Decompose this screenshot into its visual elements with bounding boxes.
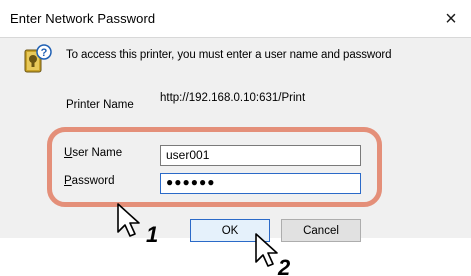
credentials-highlight (47, 127, 382, 207)
printer-name-value: http://192.168.0.10:631/Print (160, 92, 306, 104)
svg-text:?: ? (41, 47, 48, 59)
network-password-dialog: Enter Network Password × ? To access thi… (0, 0, 471, 276)
password-field[interactable]: ●●●●●● (160, 173, 361, 194)
printer-name-label: Printer Name (66, 99, 134, 111)
password-label-text: assword (71, 175, 115, 187)
prompt-message: To access this printer, you must enter a… (66, 49, 392, 61)
password-label-accelerator: P (64, 175, 72, 187)
close-icon[interactable]: × (438, 6, 464, 32)
step-1-number: 1 (146, 222, 158, 244)
password-value: ●●●●●● (166, 175, 216, 189)
user-name-label: User Name (64, 147, 122, 159)
user-name-field[interactable]: user001 (160, 145, 361, 166)
user-name-label-text: ser Name (72, 147, 123, 159)
cursor-callout-2-icon: 2 (255, 233, 291, 276)
window-title: Enter Network Password (10, 11, 156, 26)
user-name-value: user001 (166, 148, 210, 162)
dialog-footer (0, 238, 471, 276)
cursor-callout-1-icon: 1 (117, 203, 158, 244)
step-2-number: 2 (277, 255, 291, 276)
password-label: Password (64, 175, 115, 187)
title-bar: Enter Network Password × (0, 0, 471, 38)
key-question-icon: ? (24, 44, 52, 73)
